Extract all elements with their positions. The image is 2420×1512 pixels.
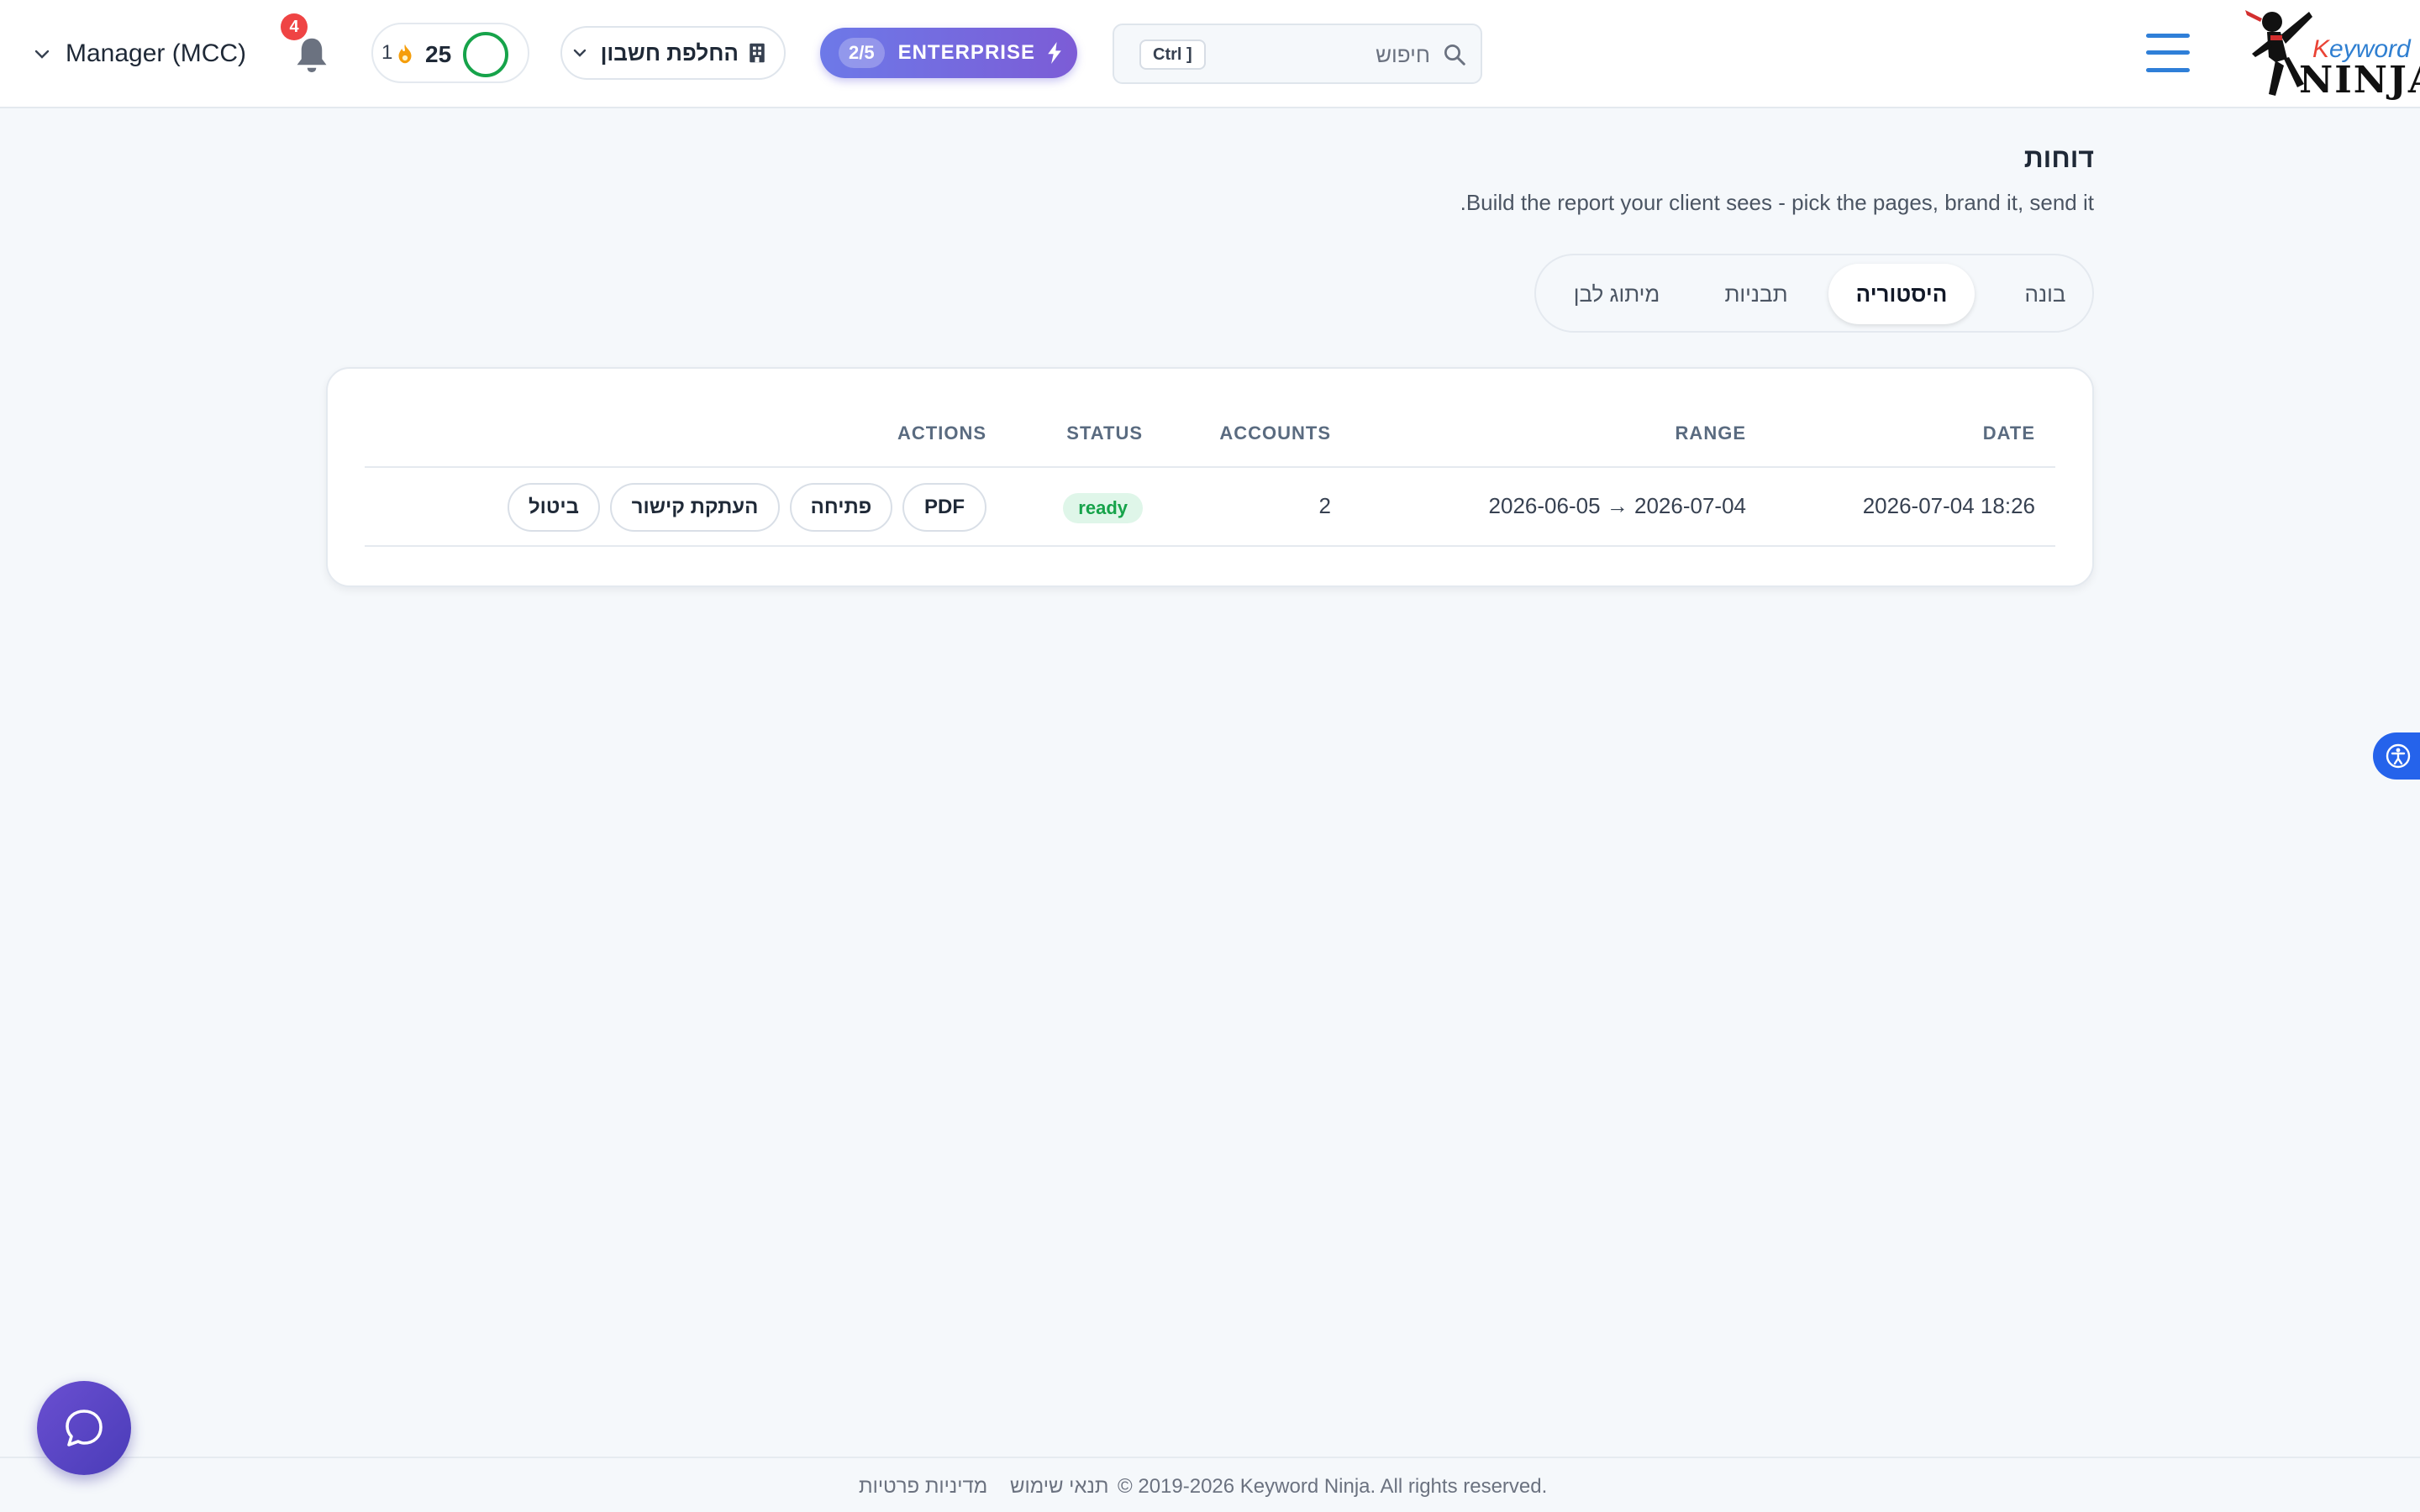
keyword-ninja-logo[interactable]: Keyword NINJA: [2238, 7, 2420, 102]
cell-range: 2026-06-05 → 2026-07-04: [1488, 493, 1746, 518]
logo-wordmark-bottom: NINJA: [2299, 59, 2420, 102]
row-divider: [365, 545, 2055, 547]
accessibility-icon: [2386, 743, 2411, 769]
page-title: דוחות: [2023, 143, 2094, 173]
column-header-date: DATE: [1982, 423, 2035, 444]
accessibility-button[interactable]: [2373, 732, 2420, 780]
credits-value: 25: [425, 41, 452, 67]
building-icon: [750, 43, 765, 63]
chat-bubble-icon: [66, 1410, 103, 1446]
search-input[interactable]: [1228, 37, 1430, 72]
chevron-down-icon: [34, 50, 50, 59]
search-shortcut-hint: Ctrl ]: [1139, 39, 1206, 70]
cell-accounts: 2: [1318, 493, 1331, 518]
report-tabs: בונה היסטוריה תבניות מיתוג לבן: [1534, 254, 2094, 333]
page-subtitle: Build the report your client sees - pick…: [1460, 190, 2094, 215]
status-badge: ready: [1063, 493, 1143, 523]
hamburger-icon[interactable]: [2146, 32, 2190, 74]
user-name: Manager (MCC): [66, 39, 247, 67]
tab-templates[interactable]: תבניות: [1701, 264, 1812, 324]
plan-usage-count: 2/5: [839, 38, 885, 68]
notification-count-badge: 4: [281, 13, 308, 40]
chat-button[interactable]: [37, 1381, 131, 1475]
account-switch-button[interactable]: החלפת חשבון: [560, 26, 786, 80]
search-box[interactable]: Ctrl ]: [1113, 24, 1482, 84]
tab-history[interactable]: היסטוריה: [1828, 264, 1975, 324]
header-divider: [365, 466, 2055, 468]
cancel-button[interactable]: ביטול: [508, 483, 600, 532]
account-switch-label: החלפת חשבון: [600, 39, 739, 66]
pdf-button[interactable]: PDF: [902, 483, 986, 532]
footer-copyright: © 2019-2026 Keyword Ninja. All rights re…: [1118, 1475, 1548, 1498]
plan-badge[interactable]: 2/5 ENTERPRISE: [820, 28, 1077, 78]
column-header-actions: ACTIONS: [897, 423, 986, 444]
cell-date: 2026-07-04 18:26: [1862, 493, 2035, 518]
progress-ring-icon: [463, 32, 508, 77]
column-header-status: STATUS: [1066, 423, 1143, 444]
tab-builder[interactable]: בונה: [2015, 264, 2075, 324]
open-button[interactable]: פתיחה: [790, 483, 892, 532]
tab-white-label[interactable]: מיתוג לבן: [1549, 264, 1684, 324]
streak-count: 1: [381, 41, 393, 64]
bolt-icon: [1048, 42, 1061, 64]
copy-link-button[interactable]: העתקת קישור: [610, 483, 780, 532]
column-header-range: RANGE: [1675, 423, 1746, 444]
report-history-table: DATE RANGE ACCOUNTS STATUS ACTIONS 2026-…: [326, 367, 2094, 587]
fire-icon: [398, 44, 412, 64]
footer: © 2019-2026 Keyword Ninja. All rights re…: [0, 1457, 2420, 1512]
credits-widget[interactable]: 1 25: [371, 23, 529, 83]
footer-privacy-link[interactable]: מדיניות פרטיות: [859, 1475, 987, 1499]
bell-icon[interactable]: [294, 35, 329, 74]
user-menu[interactable]: Manager (MCC): [34, 34, 246, 74]
footer-terms-link[interactable]: תנאי שימוש: [1010, 1475, 1108, 1499]
search-icon: [1444, 45, 1465, 66]
top-bar: Keyword NINJA Ctrl ] 2/5 ENTERPRISE החלפ…: [0, 0, 2420, 108]
column-header-accounts: ACCOUNTS: [1219, 423, 1331, 444]
chevron-down-icon: [573, 49, 586, 57]
plan-name: ENTERPRISE: [897, 41, 1035, 64]
